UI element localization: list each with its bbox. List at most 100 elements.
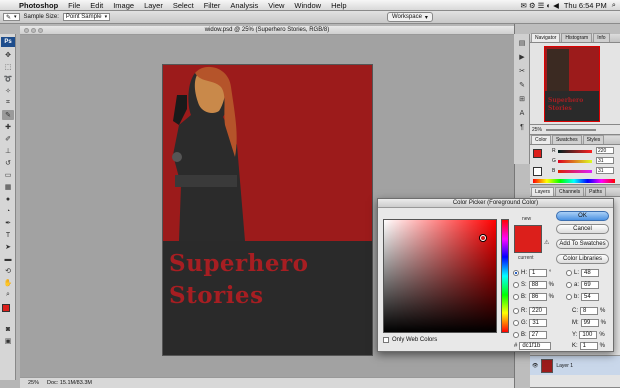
- color-field[interactable]: [383, 219, 497, 333]
- b-radio[interactable]: [513, 294, 519, 300]
- hex-input[interactable]: dc1f1b: [519, 342, 552, 350]
- ok-button[interactable]: OK: [556, 211, 609, 221]
- eyedropper-tool-icon[interactable]: ✎: [2, 110, 14, 120]
- lab-b-radio[interactable]: [566, 294, 572, 300]
- menu-analysis[interactable]: Analysis: [225, 1, 263, 10]
- status-icons[interactable]: ✉ ⚙ ☰ ◐ ◀: [520, 1, 558, 10]
- navigator-zoom-slider[interactable]: [546, 128, 597, 131]
- quick-mask-icon[interactable]: ◙: [2, 324, 14, 334]
- layer-name[interactable]: Layer 1: [556, 363, 573, 369]
- h-radio[interactable]: [513, 270, 519, 276]
- navigator-preview[interactable]: Superhero Stories: [544, 46, 600, 122]
- a-input[interactable]: 69: [581, 281, 600, 289]
- color-field-cursor[interactable]: [480, 235, 486, 241]
- color-g-value[interactable]: 31: [596, 157, 614, 164]
- close-window-icon[interactable]: [24, 28, 29, 33]
- tab-info[interactable]: Info: [593, 33, 610, 42]
- g-input[interactable]: 31: [529, 319, 548, 327]
- sample-size-select[interactable]: Point Sample ▾: [62, 13, 111, 21]
- add-to-swatches-button[interactable]: Add To Swatches: [556, 239, 609, 249]
- hand-tool-icon[interactable]: ✋: [2, 278, 14, 288]
- r-input[interactable]: 220: [529, 307, 547, 315]
- menu-select[interactable]: Select: [168, 1, 199, 10]
- cancel-button[interactable]: Cancel: [556, 224, 609, 234]
- h-input[interactable]: 1: [529, 269, 547, 277]
- color-panel-bg-swatch[interactable]: [533, 167, 542, 176]
- c-input[interactable]: 8: [580, 307, 598, 315]
- r-radio[interactable]: [513, 308, 519, 314]
- gradient-tool-icon[interactable]: ▦: [2, 182, 14, 192]
- a-radio[interactable]: [566, 282, 572, 288]
- menu-filter[interactable]: Filter: [199, 1, 226, 10]
- menu-layer[interactable]: Layer: [139, 1, 168, 10]
- s-radio[interactable]: [513, 282, 519, 288]
- visibility-eye-icon[interactable]: 👁: [532, 363, 538, 369]
- spotlight-icon[interactable]: ⌕: [612, 0, 616, 10]
- color-b-slider[interactable]: [558, 170, 592, 173]
- pen-tool-icon[interactable]: ✒: [2, 218, 14, 228]
- workspace-button[interactable]: Workspace ▾: [387, 12, 433, 22]
- tab-swatches[interactable]: Swatches: [551, 135, 582, 144]
- tab-channels[interactable]: Channels: [555, 187, 585, 196]
- healing-brush-tool-icon[interactable]: ✚: [2, 122, 14, 132]
- menu-image[interactable]: Image: [108, 1, 139, 10]
- brush-tool-icon[interactable]: ✐: [2, 134, 14, 144]
- document-info[interactable]: Doc: 15.1M/83.3M: [47, 380, 92, 386]
- l-input[interactable]: 48: [581, 269, 600, 277]
- minimize-window-icon[interactable]: [31, 28, 36, 33]
- navigator-zoom-value[interactable]: 25%: [532, 127, 542, 133]
- menu-app-name[interactable]: Photoshop: [14, 1, 63, 10]
- tab-navigator[interactable]: Navigator: [531, 33, 561, 42]
- move-tool-icon[interactable]: ✥: [2, 50, 14, 60]
- lab-b-input[interactable]: 54: [581, 293, 600, 301]
- only-web-colors-checkbox[interactable]: [383, 337, 389, 343]
- menu-edit[interactable]: Edit: [85, 1, 108, 10]
- k-input[interactable]: 1: [579, 342, 598, 350]
- color-spectrum-bar[interactable]: [533, 179, 615, 183]
- menu-help[interactable]: Help: [326, 1, 351, 10]
- color-r-value[interactable]: 220: [596, 147, 614, 154]
- zoom-level[interactable]: 25%: [28, 380, 39, 386]
- blue-input[interactable]: 27: [528, 331, 547, 339]
- document-canvas[interactable]: Superhero Stories: [162, 64, 373, 356]
- dodge-tool-icon[interactable]: ◔: [2, 206, 14, 216]
- menu-view[interactable]: View: [263, 1, 289, 10]
- blur-tool-icon[interactable]: ●: [2, 194, 14, 204]
- color-libraries-button[interactable]: Color Libraries: [556, 254, 609, 264]
- history-panel-icon[interactable]: ▤: [517, 38, 527, 48]
- shape-tool-icon[interactable]: ▬: [2, 254, 14, 264]
- y-input[interactable]: 100: [579, 331, 598, 339]
- type-tool-icon[interactable]: T: [2, 230, 14, 240]
- path-selection-tool-icon[interactable]: ➤: [2, 242, 14, 252]
- paragraph-panel-icon[interactable]: ¶: [517, 122, 527, 132]
- brushes-panel-icon[interactable]: ✎: [517, 80, 527, 90]
- screen-mode-icon[interactable]: ▣: [2, 336, 14, 346]
- tab-styles[interactable]: Styles: [582, 135, 605, 144]
- clock[interactable]: Thu 6:54 PM: [564, 1, 607, 10]
- crop-tool-icon[interactable]: ⌗: [2, 98, 14, 108]
- s-input[interactable]: 88: [528, 281, 547, 289]
- gamut-warning-icon[interactable]: ⚠: [544, 239, 549, 246]
- hue-slider[interactable]: [501, 219, 509, 333]
- menu-file[interactable]: File: [63, 1, 85, 10]
- menu-window[interactable]: Window: [289, 1, 326, 10]
- color-r-slider[interactable]: [558, 150, 592, 153]
- layer-row[interactable]: 👁 Layer 1: [530, 355, 620, 375]
- l-radio[interactable]: [566, 270, 572, 276]
- g-radio[interactable]: [513, 320, 519, 326]
- zoom-tool-icon[interactable]: ⌕: [2, 290, 14, 300]
- blue-radio[interactable]: [513, 332, 519, 338]
- magic-wand-tool-icon[interactable]: ✧: [2, 86, 14, 96]
- b-input[interactable]: 86: [528, 293, 547, 301]
- foreground-color-swatch[interactable]: [2, 304, 10, 312]
- m-input[interactable]: 99: [580, 319, 599, 327]
- color-panel-fg-swatch[interactable]: [533, 149, 542, 158]
- marquee-tool-icon[interactable]: ⬚: [2, 62, 14, 72]
- clone-stamp-tool-icon[interactable]: ⊥: [2, 146, 14, 156]
- actions-panel-icon[interactable]: ▶: [517, 52, 527, 62]
- tab-paths[interactable]: Paths: [585, 187, 606, 196]
- lasso-tool-icon[interactable]: ➰: [2, 74, 14, 84]
- history-brush-tool-icon[interactable]: ↺: [2, 158, 14, 168]
- eraser-tool-icon[interactable]: ▭: [2, 170, 14, 180]
- headline-text[interactable]: Superhero Stories: [169, 248, 308, 312]
